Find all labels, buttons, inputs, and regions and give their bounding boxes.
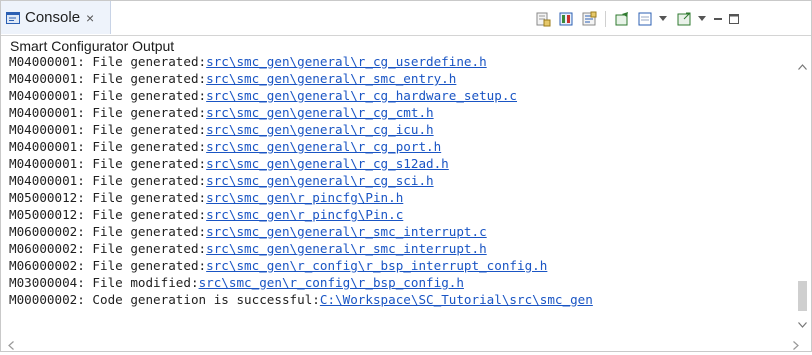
scroll-left-icon[interactable] [8, 337, 14, 355]
scroll-lock-icon[interactable] [556, 10, 576, 28]
console-line-message: M04000001: File generated: [9, 105, 207, 120]
close-tab-icon[interactable]: × [86, 10, 94, 26]
console-line-message: M04000001: File generated: [9, 156, 207, 171]
console-line: M05000012: File generated:src\smc_gen\r_… [9, 189, 789, 206]
word-wrap-icon[interactable] [579, 10, 599, 28]
file-link[interactable]: src\smc_gen\general\r_cg_userdefine.h [206, 54, 487, 69]
scroll-up-icon[interactable] [798, 57, 807, 75]
console-line: M04000001: File generated:src\smc_gen\ge… [9, 138, 789, 155]
console-line: M04000001: File generated:src\smc_gen\ge… [9, 87, 789, 104]
console-line-message: M04000001: File generated: [9, 173, 207, 188]
console-line-message: M04000001: File generated: [9, 54, 207, 69]
console-line-message: M05000012: File generated: [9, 207, 207, 222]
console-line-message: M04000001: File generated: [9, 122, 207, 137]
console-line-message: M05000012: File generated: [9, 190, 207, 205]
scroll-thumb[interactable] [798, 281, 807, 311]
scroll-right-icon[interactable] [793, 337, 799, 355]
panel-title: Smart Configurator Output [10, 38, 175, 54]
console-line: M04000001: File generated:src\smc_gen\ge… [9, 53, 789, 70]
console-line: M06000002: File generated:src\smc_gen\ge… [9, 240, 789, 257]
console-line: M04000001: File generated:src\smc_gen\ge… [9, 155, 789, 172]
console-line: M04000001: File generated:src\smc_gen\ge… [9, 104, 789, 121]
console-line: M00000002: Code generation is successful… [9, 291, 789, 308]
console-line: M04000001: File generated:src\smc_gen\ge… [9, 172, 789, 189]
view-tab-bar: Console × [1, 1, 811, 36]
console-line-message: M03000004: File modified: [9, 275, 199, 290]
file-link[interactable]: src\smc_gen\general\r_smc_interrupt.h [206, 241, 487, 256]
console-line-message: M06000002: File generated: [9, 258, 207, 273]
maximize-icon[interactable] [729, 10, 739, 28]
console-tab[interactable]: Console × [1, 1, 111, 34]
console-line: M04000001: File generated:src\smc_gen\ge… [9, 70, 789, 87]
file-link[interactable]: src\smc_gen\general\r_cg_port.h [206, 139, 441, 154]
console-line-message: M06000002: File generated: [9, 241, 207, 256]
file-link[interactable]: src\smc_gen\r_pincfg\Pin.c [206, 207, 403, 222]
view-toolbar [533, 9, 745, 29]
horizontal-scrollbar[interactable] [1, 334, 811, 351]
chevron-down-icon[interactable] [658, 10, 668, 28]
file-link[interactable]: src\smc_gen\general\r_cg_icu.h [206, 122, 433, 137]
chevron-down-icon[interactable] [697, 10, 707, 28]
minimize-icon[interactable] [713, 10, 723, 28]
console-line-message: M04000001: File generated: [9, 88, 207, 103]
file-link[interactable]: src\smc_gen\r_pincfg\Pin.h [206, 190, 403, 205]
console-line-message: M04000001: File generated: [9, 71, 207, 86]
console-tab-label: Console [25, 9, 81, 26]
file-link[interactable]: src\smc_gen\general\r_smc_interrupt.c [206, 224, 487, 239]
console-line-message: M00000002: Code generation is successful… [9, 292, 320, 307]
vertical-scrollbar[interactable] [795, 53, 810, 333]
file-link[interactable]: src\smc_gen\general\r_cg_cmt.h [206, 105, 433, 120]
file-link[interactable]: src\smc_gen\general\r_cg_s12ad.h [206, 156, 449, 171]
file-link[interactable]: src\smc_gen\general\r_cg_hardware_setup.… [206, 88, 517, 103]
toolbar-separator [605, 11, 606, 27]
console-output[interactable]: M04000001: File generated:src\smc_gen\ge… [9, 53, 789, 308]
file-link[interactable]: src\smc_gen\general\r_cg_sci.h [206, 173, 433, 188]
open-console-icon[interactable] [674, 10, 694, 28]
pin-console-icon[interactable] [612, 10, 632, 28]
console-view: Console × Smart Configurator Output M040… [0, 0, 812, 352]
console-icon [6, 11, 21, 24]
console-line: M03000004: File modified:src\smc_gen\r_c… [9, 274, 789, 291]
console-line: M04000001: File generated:src\smc_gen\ge… [9, 121, 789, 138]
console-line-message: M04000001: File generated: [9, 139, 207, 154]
console-line: M06000002: File generated:src\smc_gen\ge… [9, 223, 789, 240]
file-link[interactable]: src\smc_gen\r_config\r_bsp_config.h [199, 275, 464, 290]
file-link[interactable]: C:\Workspace\SC_Tutorial\src\smc_gen [320, 292, 593, 307]
display-selected-console-icon[interactable] [635, 10, 655, 28]
clear-console-icon[interactable] [533, 10, 553, 28]
console-line: M06000002: File generated:src\smc_gen\r_… [9, 257, 789, 274]
scroll-down-icon[interactable] [798, 315, 807, 333]
file-link[interactable]: src\smc_gen\general\r_smc_entry.h [206, 71, 456, 86]
file-link[interactable]: src\smc_gen\r_config\r_bsp_interrupt_con… [206, 258, 547, 273]
console-line-message: M06000002: File generated: [9, 224, 207, 239]
console-line: M05000012: File generated:src\smc_gen\r_… [9, 206, 789, 223]
